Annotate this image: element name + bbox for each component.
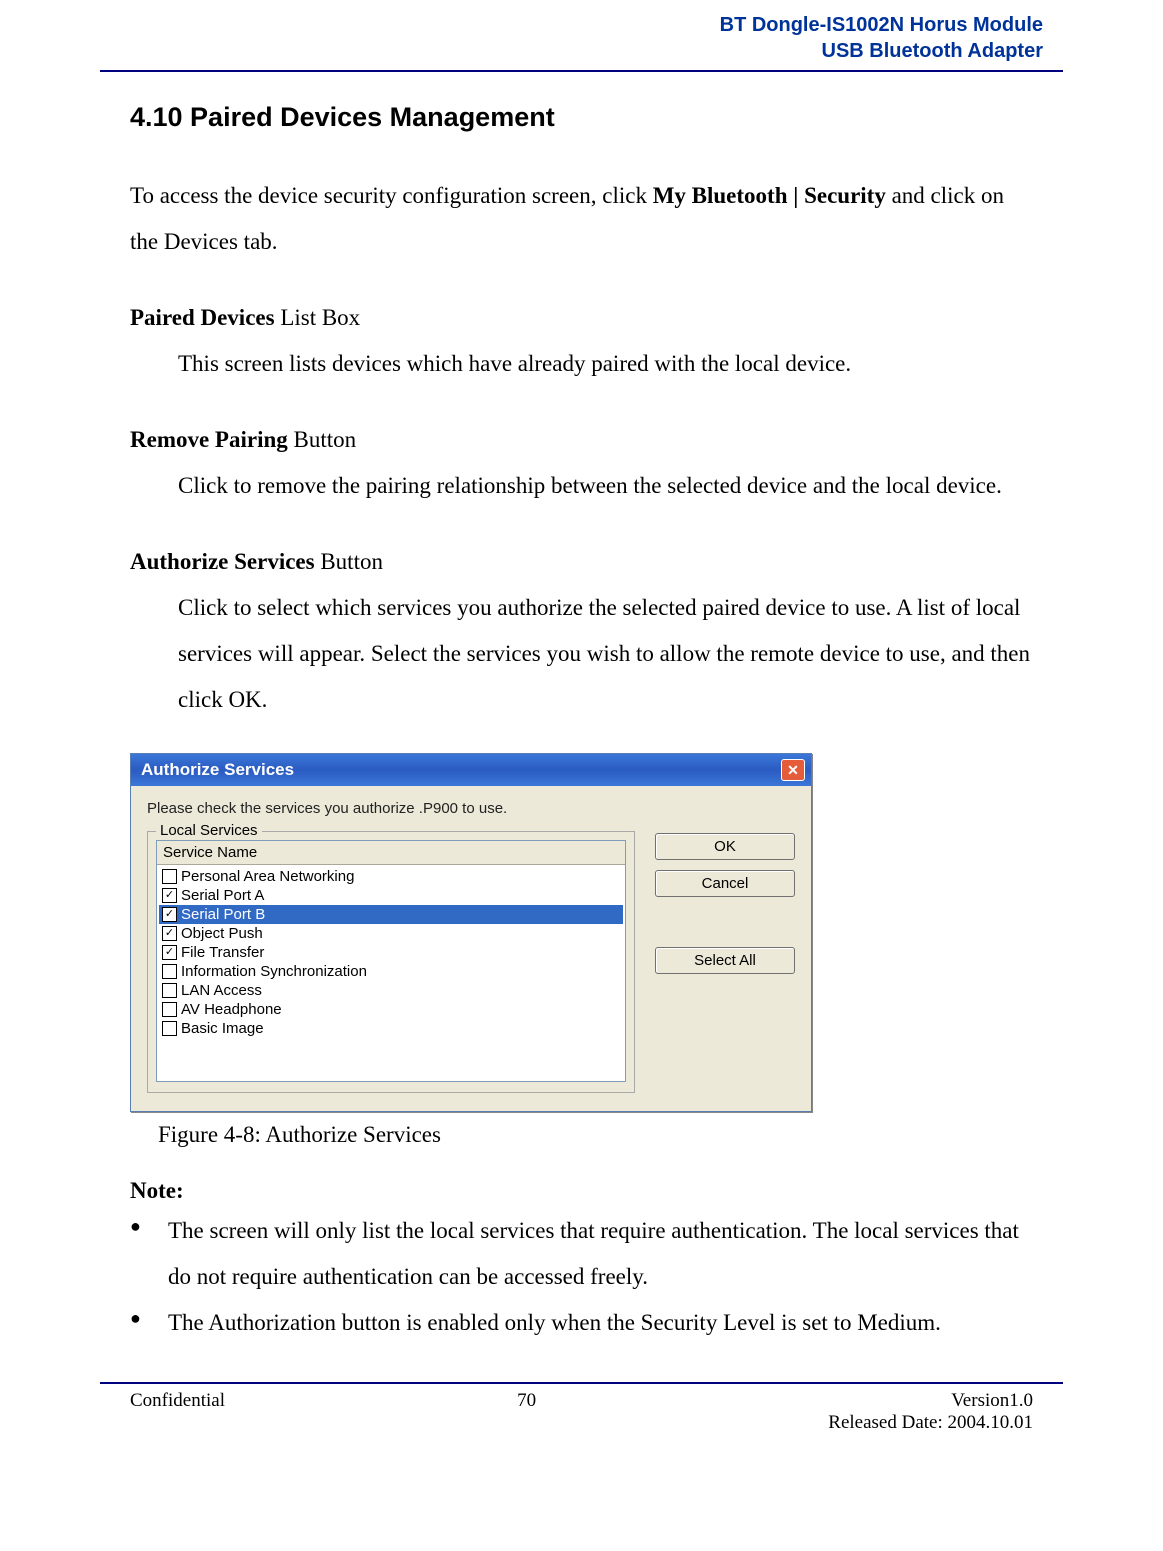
service-list-item[interactable]: Information Synchronization (159, 962, 623, 981)
checkbox-icon[interactable]: ✓ (162, 926, 177, 941)
footer-rule (100, 1382, 1063, 1384)
figure-authorize-services: Authorize Services ✕ Please check the se… (130, 753, 1033, 1112)
remove-rest: Button (288, 427, 356, 452)
checkbox-icon[interactable] (162, 964, 177, 979)
paired-devices-term: Paired Devices List Box (130, 295, 1033, 341)
paired-devices-desc: This screen lists devices which have alr… (130, 341, 1033, 387)
group-label: Local Services (156, 822, 262, 839)
authorize-services-term: Authorize Services Button (130, 539, 1033, 585)
header-line-2: USB Bluetooth Adapter (100, 38, 1043, 64)
service-list-item[interactable]: ✓ Serial Port A (159, 886, 623, 905)
service-item-label: Serial Port B (181, 906, 265, 923)
section-title: 4.10 Paired Devices Management (130, 102, 1033, 133)
service-item-label: Serial Port A (181, 887, 264, 904)
service-item-label: Information Synchronization (181, 963, 367, 980)
notes-list: The screen will only list the local serv… (130, 1208, 1033, 1346)
service-item-label: LAN Access (181, 982, 262, 999)
intro-pre: To access the device security configurat… (130, 183, 653, 208)
service-list-item[interactable]: LAN Access (159, 981, 623, 1000)
authorize-services-dialog: Authorize Services ✕ Please check the se… (130, 753, 812, 1112)
service-list-item[interactable]: Basic Image (159, 1019, 623, 1038)
service-item-label: Object Push (181, 925, 263, 942)
service-list-item[interactable]: AV Headphone (159, 1000, 623, 1019)
local-services-group: Local Services Service Name Personal Are… (147, 831, 635, 1093)
service-item-label: AV Headphone (181, 1001, 282, 1018)
service-list-item[interactable]: ✓ Serial Port B (159, 905, 623, 924)
paired-rest: List Box (275, 305, 361, 330)
note-label: Note: (130, 1178, 1033, 1204)
note-item: The screen will only list the local serv… (130, 1208, 1033, 1300)
service-list-item[interactable]: ✓ Object Push (159, 924, 623, 943)
figure-caption: Figure 4-8: Authorize Services (158, 1122, 1033, 1148)
service-item-label: Personal Area Networking (181, 868, 354, 885)
footer-version: Version1.0 (828, 1390, 1033, 1412)
checkbox-icon[interactable] (162, 983, 177, 998)
auth-rest: Button (315, 549, 383, 574)
remove-pairing-term: Remove Pairing Button (130, 417, 1033, 463)
header-rule (100, 70, 1063, 72)
service-item-label: File Transfer (181, 944, 264, 961)
dialog-title: Authorize Services (141, 760, 294, 780)
intro-bold: My Bluetooth | Security (653, 183, 886, 208)
checkbox-icon[interactable] (162, 869, 177, 884)
cancel-button[interactable]: Cancel (655, 870, 795, 897)
service-item-label: Basic Image (181, 1020, 264, 1037)
footer-left: Confidential (130, 1390, 225, 1434)
remove-pairing-desc: Click to remove the pairing relationship… (130, 463, 1033, 509)
page-footer: Confidential 70 Version1.0 Released Date… (100, 1390, 1063, 1450)
remove-bold: Remove Pairing (130, 427, 288, 452)
intro-paragraph: To access the device security configurat… (130, 173, 1033, 265)
authorize-services-desc: Click to select which services you autho… (130, 585, 1033, 723)
checkbox-icon[interactable] (162, 1021, 177, 1036)
close-icon: ✕ (787, 762, 799, 779)
checkbox-icon[interactable] (162, 1002, 177, 1017)
note-item: The Authorization button is enabled only… (130, 1300, 1033, 1346)
checkbox-icon[interactable]: ✓ (162, 888, 177, 903)
list-header: Service Name (157, 841, 625, 865)
dialog-prompt: Please check the services you authorize … (147, 800, 795, 817)
footer-page-number: 70 (225, 1390, 828, 1434)
service-list-item[interactable]: Personal Area Networking (159, 867, 623, 886)
paired-bold: Paired Devices (130, 305, 275, 330)
checkbox-icon[interactable]: ✓ (162, 945, 177, 960)
dialog-titlebar: Authorize Services ✕ (131, 754, 811, 786)
footer-date: Released Date: 2004.10.01 (828, 1412, 1033, 1434)
service-list-item[interactable]: ✓ File Transfer (159, 943, 623, 962)
close-button[interactable]: ✕ (781, 759, 805, 781)
auth-bold: Authorize Services (130, 549, 315, 574)
checkbox-icon[interactable]: ✓ (162, 907, 177, 922)
page-header: BT Dongle-IS1002N Horus Module USB Bluet… (100, 0, 1063, 64)
header-line-1: BT Dongle-IS1002N Horus Module (100, 12, 1043, 38)
ok-button[interactable]: OK (655, 833, 795, 860)
select-all-button[interactable]: Select All (655, 947, 795, 974)
service-listbox[interactable]: Service Name Personal Area Networking ✓ Se… (156, 840, 626, 1082)
